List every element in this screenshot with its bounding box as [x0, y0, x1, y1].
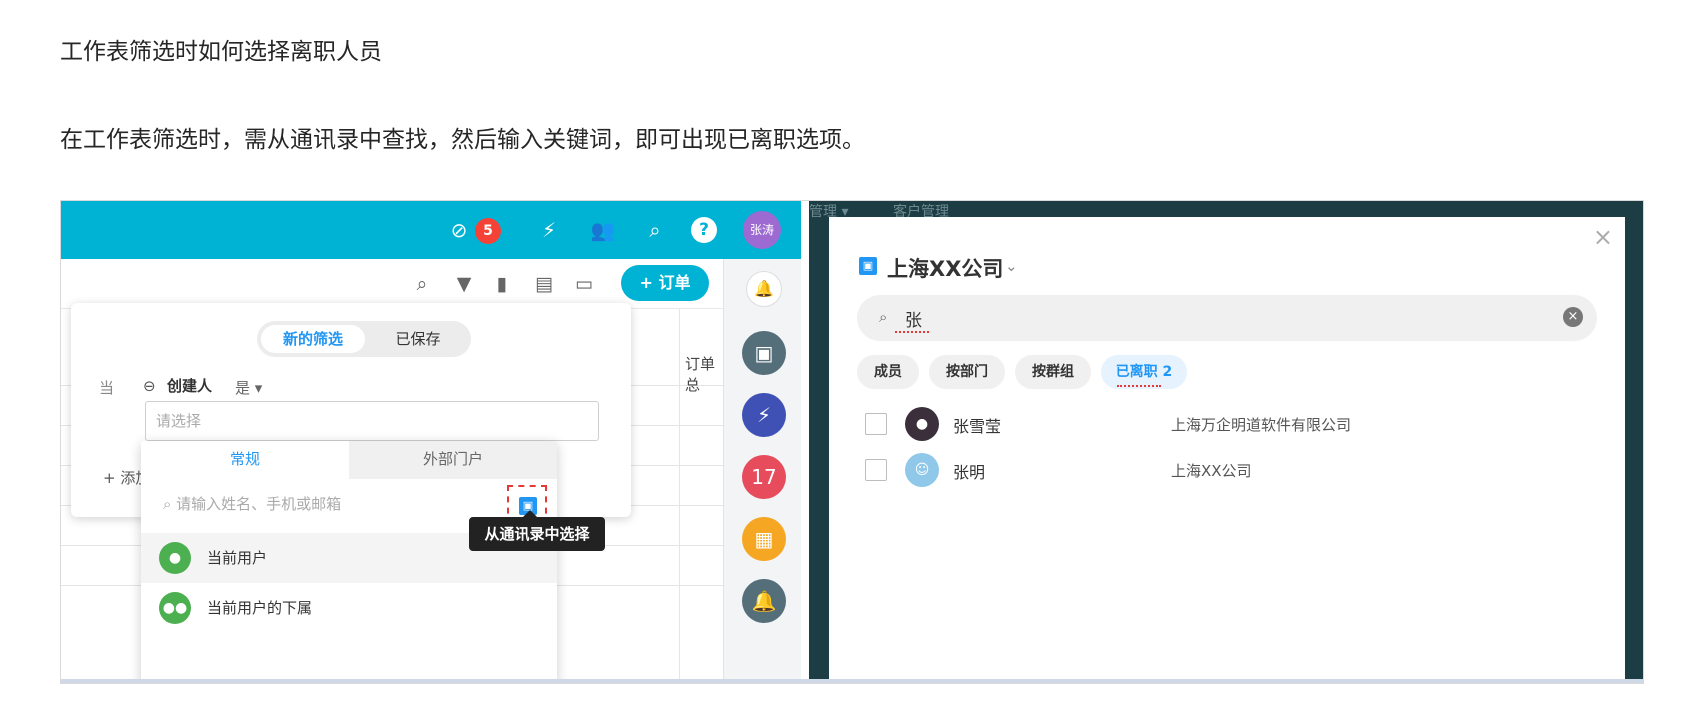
list-item-label: 当前用户的下属: [207, 599, 313, 617]
condition-when-label: 当: [99, 379, 115, 397]
app-right-rail: 🔔 ▣ ⚡ 17 ▦ 🔔: [723, 259, 801, 683]
group-icon: ●●: [159, 592, 191, 624]
search-icon[interactable]: ⌕: [641, 216, 669, 244]
user-icon: ●: [159, 542, 191, 574]
people-icon[interactable]: 👥: [589, 216, 617, 244]
contact-search-value: 张: [905, 311, 922, 331]
user-icon: ⊖: [143, 377, 156, 395]
tab-external-portal[interactable]: 外部门户: [349, 441, 557, 479]
grid-column-divider: [679, 309, 680, 683]
help-icon[interactable]: ?: [691, 217, 717, 243]
contacts-icon: ▣: [859, 257, 877, 275]
chip-by-department[interactable]: 按部门: [929, 355, 1005, 389]
bell-icon[interactable]: 🔔: [746, 271, 782, 307]
contacts-tooltip: 从通讯录中选择: [469, 517, 605, 551]
column-header[interactable]: 订单总: [685, 353, 723, 395]
apps-icon[interactable]: ▦: [742, 517, 786, 561]
app-topbar: ⊘ 5 ⚡ 👥 ⌕ ? 张涛: [61, 201, 801, 259]
filter-tabs: 新的筛选 已保存: [257, 321, 471, 357]
select-checkbox[interactable]: [865, 459, 887, 481]
briefcase-icon[interactable]: ▣: [742, 331, 786, 375]
select-checkbox[interactable]: [865, 413, 887, 435]
contact-search-input[interactable]: ⌕ 张 ×: [857, 295, 1597, 341]
chevron-down-icon[interactable]: ⌄: [1005, 257, 1018, 275]
list-item[interactable]: ●● 当前用户的下属: [141, 583, 557, 633]
org-selector[interactable]: 上海XX公司: [887, 253, 1003, 283]
condition-operator[interactable]: 是 ▾: [235, 377, 262, 398]
close-icon[interactable]: ×: [1593, 223, 1613, 251]
stats-icon[interactable]: ▮: [489, 271, 515, 297]
user-search-placeholder: 请输入姓名、手机或邮箱: [176, 495, 342, 513]
figure-bottom-border: [61, 679, 1643, 683]
tab-saved-filter[interactable]: 已保存: [369, 325, 467, 353]
screenshot-figure: ⊘ 5 ⚡ 👥 ⌕ ? 张涛 ⌕ ▼ ▮ ▤ ▭ + 订单 订单总 🔔 ▣ ⚡ …: [60, 200, 1644, 684]
lightning-icon[interactable]: ⚡: [742, 393, 786, 437]
comment-icon[interactable]: ▤: [531, 271, 557, 297]
person-name: 张雪莹: [953, 417, 1002, 436]
avatar: ●: [905, 407, 939, 441]
worksheet-toolbar: ⌕ ▼ ▮ ▤ ▭ + 订单: [61, 259, 723, 309]
inbox-icon[interactable]: ▭: [571, 271, 597, 297]
doc-paragraph: 在工作表筛选时，需从通讯录中查找，然后输入关键词，即可出现已离职选项。: [60, 127, 865, 153]
tab-new-filter[interactable]: 新的筛选: [261, 325, 365, 353]
search-icon[interactable]: ⌕: [409, 271, 435, 297]
spellcheck-underline: [1117, 383, 1161, 387]
table-row[interactable]: ☺ 张明 上海XX公司: [857, 447, 1597, 493]
notification-icon[interactable]: 🔔: [742, 579, 786, 623]
search-icon: ⌕: [163, 495, 177, 513]
avatar: ☺: [905, 453, 939, 487]
condition-value-input[interactable]: 请选择: [145, 401, 599, 441]
doc-title: 工作表筛选时如何选择离职人员: [60, 39, 382, 65]
lightning-icon[interactable]: ⚡: [535, 216, 563, 244]
user-picker-dropdown: 常规 外部门户 ⌕ 请输入姓名、手机或邮箱 ▣ ● 当前用户 ●● 当前用户的下…: [141, 441, 557, 683]
list-item-label: 当前用户: [207, 549, 268, 567]
check-circle-icon[interactable]: ⊘: [445, 216, 473, 244]
contacts-dialog: × ▣ 上海XX公司 ⌄ ⌕ 张 × 成员 按部门 按群组 已离职 2 ● 张雪…: [829, 217, 1625, 683]
person-org: 上海XX公司: [1171, 462, 1252, 480]
person-org: 上海万企明道软件有限公司: [1171, 416, 1352, 434]
condition-field: 创建人: [167, 377, 213, 395]
search-icon: ⌕: [879, 308, 888, 326]
tasks-badge: 5: [475, 218, 501, 244]
person-name: 张明: [953, 463, 986, 482]
add-order-button[interactable]: + 订单: [621, 265, 709, 301]
calendar-icon[interactable]: 17: [742, 455, 786, 499]
chip-by-group[interactable]: 按群组: [1015, 355, 1091, 389]
clear-icon[interactable]: ×: [1563, 307, 1583, 327]
worksheet-screenshot: ⊘ 5 ⚡ 👥 ⌕ ? 张涛 ⌕ ▼ ▮ ▤ ▭ + 订单 订单总 🔔 ▣ ⚡ …: [61, 201, 801, 683]
avatar[interactable]: 张涛: [743, 211, 781, 249]
table-row[interactable]: ● 张雪莹 上海万企明道软件有限公司: [857, 401, 1597, 447]
spellcheck-underline: [895, 329, 929, 333]
user-search-input[interactable]: ⌕ 请输入姓名、手机或邮箱: [163, 493, 341, 514]
contacts-dialog-screenshot: 管理 ▾ 客户管理 × ▣ 上海XX公司 ⌄ ⌕ 张 × 成员 按部门 按群组 …: [809, 201, 1643, 683]
tab-regular[interactable]: 常规: [141, 441, 349, 479]
chip-members[interactable]: 成员: [857, 355, 919, 389]
filter-icon[interactable]: ▼: [451, 271, 477, 297]
tooltip-arrow: [523, 510, 537, 517]
